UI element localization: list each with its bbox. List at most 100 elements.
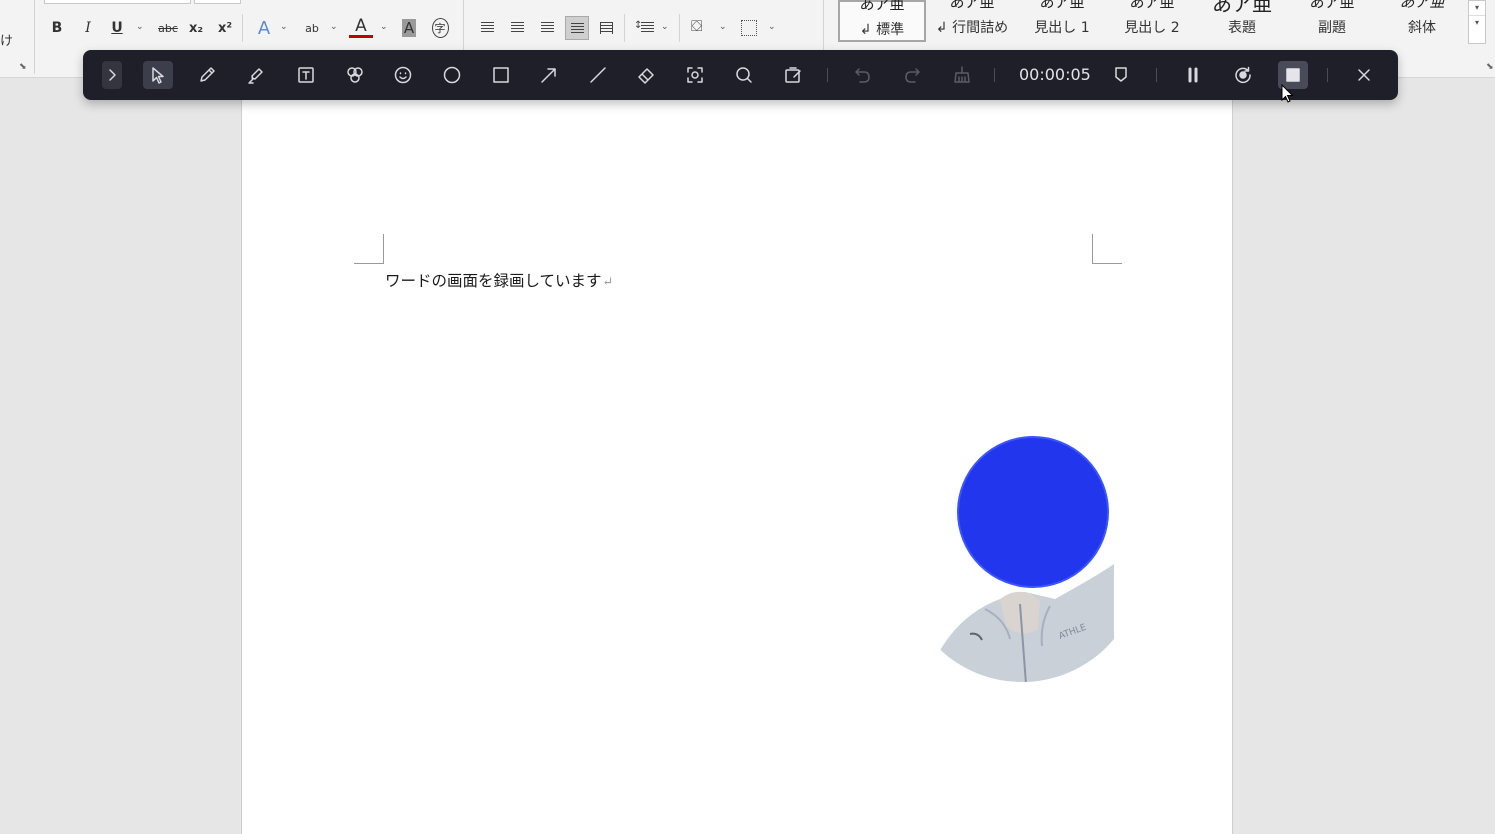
highlight-button[interactable]: ab <box>300 16 324 40</box>
ribbon-clipped-label: け <box>0 34 14 49</box>
char-shading-icon: A <box>401 19 417 37</box>
font-name-box[interactable] <box>44 0 191 4</box>
pause-icon <box>1188 67 1198 83</box>
font-size-box[interactable] <box>194 0 241 4</box>
distributed-button[interactable] <box>595 16 619 40</box>
undo-button[interactable] <box>848 61 878 89</box>
style-emphasis[interactable]: あア亜 斜体 <box>1378 0 1466 42</box>
clear-button[interactable] <box>947 61 977 89</box>
subscript-button[interactable]: x₂ <box>184 16 208 40</box>
styles-launcher-icon[interactable]: ⬊ <box>1486 62 1494 72</box>
underline-dropdown-icon[interactable]: ⌄ <box>136 22 144 32</box>
numbered-marker-icon <box>347 67 363 83</box>
gallery-down-icon[interactable]: ▾ <box>1469 1 1485 15</box>
text-tool[interactable] <box>291 61 321 89</box>
document-paragraph[interactable]: ワードの画面を録画しています↵ <box>385 269 613 291</box>
emoji-tool[interactable] <box>388 61 418 89</box>
strikethrough-button[interactable]: abc <box>154 16 182 40</box>
pause-button[interactable] <box>1178 61 1208 89</box>
font-color-dropdown-icon[interactable]: ⌄ <box>380 22 388 32</box>
smiley-icon <box>394 66 412 84</box>
style-label: 見出し 1 <box>1034 20 1090 36</box>
styles-gallery: あア亜 ↲ 標準 あア亜 ↲ 行間詰め あア亜 見出し 1 あア亜 見出し 2 … <box>832 0 1468 46</box>
superscript-button[interactable]: x² <box>213 16 237 40</box>
bold-icon: B <box>51 20 63 36</box>
close-icon <box>1358 69 1370 81</box>
stop-icon <box>1286 68 1300 82</box>
recording-timer: 00:00:05 <box>1019 65 1091 84</box>
style-heading-1[interactable]: あア亜 見出し 1 <box>1018 0 1106 42</box>
zoom-tool[interactable] <box>729 61 759 89</box>
margin-corner-top-left <box>354 234 384 264</box>
style-subtitle[interactable]: あア亜 副題 <box>1288 0 1376 42</box>
justify-button[interactable] <box>565 16 589 40</box>
italic-button[interactable]: I <box>76 16 100 40</box>
arrow-tool[interactable] <box>534 61 564 89</box>
highlight-dropdown-icon[interactable]: ⌄ <box>330 22 338 32</box>
enclose-char-icon: 字 <box>431 18 449 38</box>
underline-button[interactable]: U <box>105 16 129 40</box>
close-button[interactable] <box>1349 61 1379 89</box>
collapse-button[interactable] <box>102 61 122 89</box>
style-standard[interactable]: あア亜 ↲ 標準 <box>838 0 926 42</box>
align-right-icon <box>541 22 554 34</box>
select-tool[interactable] <box>143 61 173 89</box>
numbered-marker-tool[interactable] <box>340 61 370 89</box>
paragraph-mark: ↵ <box>602 275 614 290</box>
subscript-icon: x₂ <box>188 20 204 36</box>
rectangle-tool[interactable] <box>486 61 516 89</box>
toolbar-divider <box>827 68 828 82</box>
shading-dropdown-icon[interactable]: ⌄ <box>719 22 727 32</box>
line-spacing-button[interactable]: ↕ <box>632 16 656 40</box>
blur-mask-circle <box>957 436 1109 588</box>
style-preview: あア亜 <box>1212 0 1272 16</box>
align-left-icon <box>481 22 494 34</box>
pen-tool[interactable] <box>192 61 222 89</box>
font-color-button[interactable]: A <box>349 16 373 38</box>
cursor-arrow-icon <box>152 67 164 84</box>
shading-button[interactable]: ⛋ <box>688 16 712 40</box>
line-spacing-icon <box>641 22 654 34</box>
ellipse-tool[interactable] <box>437 61 467 89</box>
whiteboard-tool[interactable] <box>778 61 808 89</box>
style-label: 見出し 2 <box>1124 20 1180 36</box>
square-icon <box>493 67 509 83</box>
eraser-tool[interactable] <box>631 61 661 89</box>
style-heading-2[interactable]: あア亜 見出し 2 <box>1108 0 1196 42</box>
recorder-toolbar: 00:00:05 <box>83 50 1398 100</box>
char-shading-button[interactable]: A <box>397 16 421 40</box>
pencil-icon <box>200 67 215 82</box>
enclose-char-button[interactable]: 字 <box>428 16 452 40</box>
highlighter-tool[interactable] <box>241 61 271 89</box>
gallery-more-icon[interactable]: ▾ <box>1469 15 1485 30</box>
webcam-overlay[interactable]: ATHLE <box>930 434 1114 684</box>
restart-button[interactable] <box>1228 61 1258 89</box>
style-no-spacing[interactable]: あア亜 ↲ 行間詰め <box>928 0 1016 42</box>
align-right-button[interactable] <box>536 16 560 40</box>
eraser-icon <box>638 68 654 84</box>
redo-button[interactable] <box>897 61 927 89</box>
magnifier-icon <box>736 67 752 83</box>
styles-gallery-scroll[interactable]: ▾ ▾ <box>1468 0 1486 44</box>
whiteboard-icon <box>785 67 801 83</box>
align-left-button[interactable] <box>476 16 500 40</box>
line-tool[interactable] <box>583 61 613 89</box>
text-effects-button[interactable]: A <box>252 16 276 40</box>
borders-icon <box>741 20 757 36</box>
line-spacing-arrow-icon: ↕ <box>634 20 643 31</box>
borders-dropdown-icon[interactable]: ⌄ <box>768 22 776 32</box>
text-effects-dropdown-icon[interactable]: ⌄ <box>280 22 288 32</box>
bold-button[interactable]: B <box>45 16 69 40</box>
chevron-right-icon <box>109 69 116 81</box>
style-title[interactable]: あア亜 表題 <box>1198 0 1286 42</box>
align-center-button[interactable] <box>506 16 530 40</box>
paint-bucket-icon: ⛋ <box>691 17 703 35</box>
broom-icon <box>954 66 970 83</box>
clipboard-launcher-icon[interactable]: ⬊ <box>19 62 27 72</box>
mark-button[interactable] <box>1106 61 1136 89</box>
spotlight-tool[interactable] <box>680 61 710 89</box>
line-spacing-dropdown-icon[interactable]: ⌄ <box>661 22 669 32</box>
text-box-icon <box>298 67 314 83</box>
toolbar-divider <box>1327 68 1328 82</box>
borders-button[interactable] <box>737 16 761 40</box>
